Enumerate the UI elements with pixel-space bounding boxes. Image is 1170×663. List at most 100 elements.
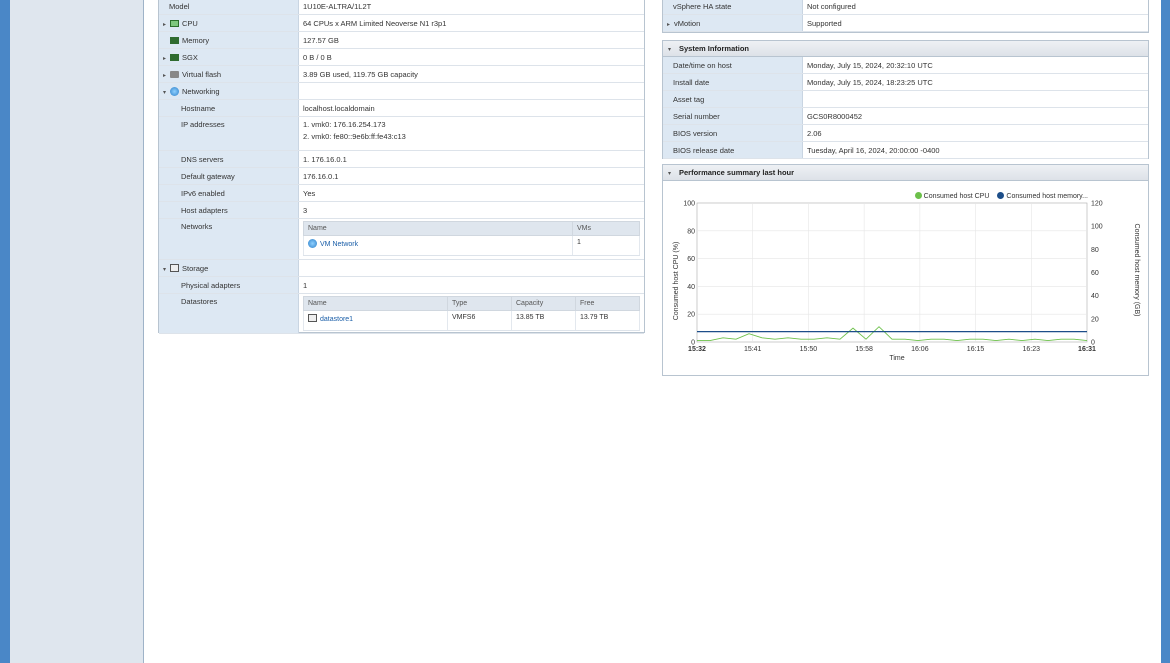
- hostname-label: Hostname: [159, 99, 299, 117]
- networking-label: Networking: [182, 86, 220, 96]
- host-adapters-label: Host adapters: [159, 201, 299, 219]
- hardware-row-virtual-flash[interactable]: ▸ Virtual flash 3.89 GB used, 119.75 GB c…: [159, 65, 644, 83]
- networks-col-vms[interactable]: VMs: [572, 221, 640, 236]
- model-value: 1U10E-ALTRA/1L2T: [298, 0, 644, 15]
- cpu-icon: [170, 19, 179, 27]
- memory-value: 127.57 GB: [298, 31, 644, 49]
- hardware-row-networks: Networks Name VMs VM Network 1: [159, 218, 644, 260]
- hardware-row-physical-adapters: Physical adapters 1: [159, 276, 644, 294]
- x-tick-label: 16:15: [967, 346, 985, 353]
- virtual-flash-label: Virtual flash: [182, 69, 222, 79]
- system-information-panel: ▾ System Information Date/time on host Mon…: [662, 40, 1149, 159]
- ha-state-label: vSphere HA state: [663, 0, 803, 15]
- network-icon: [170, 86, 179, 96]
- y-tick-label: 80: [687, 228, 695, 235]
- y-tick-label: 0: [691, 340, 695, 347]
- datastores-col-capacity[interactable]: Capacity: [511, 296, 576, 311]
- host-adapters-value: 3: [298, 201, 644, 219]
- y-axis-label: Consumed host CPU (%): [673, 242, 680, 321]
- sgx-value: 0 B / 0 B: [298, 48, 644, 66]
- table-row[interactable]: VM Network 1: [303, 235, 640, 256]
- y2-tick-label: 40: [1091, 293, 1099, 300]
- y2-axis-label: Consumed host memory (GB): [1133, 224, 1140, 317]
- performance-title: Performance summary last hour: [679, 168, 795, 177]
- dns-servers-value: 1. 176.16.0.1: [298, 150, 644, 168]
- datastore-type: VMFS6: [447, 310, 512, 331]
- ip-address-2: 2. vmk0: fe80::9e6b:ff:fe43:c13: [303, 132, 406, 141]
- memory-label: Memory: [182, 35, 210, 45]
- ip-address-1: 1. vmk0: 176.16.254.173: [303, 120, 386, 129]
- storage-value: [298, 259, 644, 277]
- collapse-caret-icon[interactable]: ▾: [163, 266, 170, 273]
- performance-chart: Consumed host CPU (%) Consumed host memo…: [673, 201, 1140, 363]
- networks-col-name[interactable]: Name: [303, 221, 573, 236]
- ha-state-row: vSphere HA state Not configured: [663, 0, 1148, 15]
- expand-caret-icon[interactable]: ▸: [163, 72, 170, 79]
- collapse-caret-icon[interactable]: ▾: [163, 89, 170, 96]
- flash-icon: [170, 70, 179, 78]
- x-axis-label: Time: [889, 355, 904, 362]
- physical-adapters-value: 1: [298, 276, 644, 294]
- networking-value: [298, 82, 644, 100]
- x-tick-label: 15:58: [855, 346, 873, 353]
- sysinfo-row: Asset tag: [663, 90, 1148, 108]
- datetime-label: Date/time on host: [663, 57, 803, 74]
- virtual-flash-value: 3.89 GB used, 119.75 GB capacity: [298, 65, 644, 83]
- collapse-caret-icon[interactable]: ▾: [668, 43, 675, 58]
- datastores-table: Name Type Capacity Free datastore1 VMFS6…: [303, 296, 640, 331]
- table-row[interactable]: datastore1 VMFS6 13.85 TB 13.79 TB: [303, 310, 640, 331]
- hardware-row-storage[interactable]: ▾ Storage: [159, 259, 644, 277]
- hardware-panel: Model 1U10E-ALTRA/1L2T ▸ CPU 64 CPUs x AR…: [158, 0, 645, 334]
- datastores-col-name[interactable]: Name: [303, 296, 448, 311]
- y2-tick-label: 20: [1091, 316, 1099, 323]
- hardware-row-host-adapters: Host adapters 3: [159, 201, 644, 219]
- vm-network-vms: 1: [572, 235, 640, 256]
- configuration-panel: vSphere HA state Not configured ▸ vMotion…: [662, 0, 1149, 33]
- datastores-col-free[interactable]: Free: [575, 296, 640, 311]
- sysinfo-row: Install date Monday, July 15, 2024, 18:23…: [663, 73, 1148, 91]
- y-tick-label: 40: [687, 284, 695, 291]
- network-icon: [308, 239, 317, 248]
- datastore1-link[interactable]: datastore1: [320, 316, 353, 323]
- vm-network-link[interactable]: VM Network: [320, 241, 358, 248]
- x-tick-label: 16:06: [911, 346, 929, 353]
- hardware-row-networking[interactable]: ▾ Networking: [159, 82, 644, 100]
- system-information-title: System Information: [679, 44, 750, 53]
- dns-servers-label: DNS servers: [159, 150, 299, 168]
- performance-header[interactable]: ▾ Performance summary last hour: [663, 165, 1148, 181]
- hardware-row-dns: DNS servers 1. 176.16.0.1: [159, 150, 644, 168]
- storage-label: Storage: [182, 263, 209, 273]
- serial-number-label: Serial number: [663, 107, 803, 125]
- datastore-free: 13.79 TB: [575, 310, 640, 331]
- hardware-row-cpu[interactable]: ▸ CPU 64 CPUs x ARM Limited Neoverse N1 r…: [159, 14, 644, 32]
- datastore-capacity: 13.85 TB: [511, 310, 576, 331]
- ip-addresses-label: IP addresses: [159, 116, 299, 151]
- left-rail: [0, 0, 10, 663]
- model-label: Model: [159, 0, 299, 15]
- sysinfo-row: Serial number GCS0R8000452: [663, 107, 1148, 125]
- y2-tick-label: 120: [1091, 201, 1103, 208]
- memory-icon: [170, 36, 179, 44]
- navigator-panel: [10, 0, 144, 663]
- networks-table: Name VMs VM Network 1: [303, 221, 640, 256]
- sysinfo-row: BIOS version 2.06: [663, 124, 1148, 142]
- expand-caret-icon[interactable]: ▸: [163, 55, 170, 62]
- system-information-header[interactable]: ▾ System Information: [663, 41, 1148, 57]
- install-date-label: Install date: [663, 73, 803, 91]
- bios-release-date-value: Tuesday, April 16, 2024, 20:00:00 -0400: [802, 141, 1148, 159]
- bios-version-label: BIOS version: [663, 124, 803, 142]
- default-gateway-label: Default gateway: [159, 167, 299, 185]
- hardware-row-gateway: Default gateway 176.16.0.1: [159, 167, 644, 185]
- storage-icon: [170, 263, 179, 272]
- datastores-col-type[interactable]: Type: [447, 296, 512, 311]
- hardware-row-sgx[interactable]: ▸ SGX 0 B / 0 B: [159, 48, 644, 66]
- vmotion-label: vMotion: [674, 18, 701, 28]
- x-tick-label: 16:31: [1078, 346, 1096, 353]
- expand-caret-icon[interactable]: ▸: [667, 21, 674, 28]
- y2-tick-label: 0: [1091, 340, 1095, 347]
- expand-caret-icon[interactable]: ▸: [163, 21, 170, 28]
- hardware-table: Model 1U10E-ALTRA/1L2T ▸ CPU 64 CPUs x AR…: [159, 0, 644, 334]
- install-date-value: Monday, July 15, 2024, 18:23:25 UTC: [802, 73, 1148, 91]
- vmotion-row[interactable]: ▸ vMotion Supported: [663, 14, 1148, 32]
- performance-panel: ▾ Performance summary last hour Consumed …: [662, 164, 1149, 376]
